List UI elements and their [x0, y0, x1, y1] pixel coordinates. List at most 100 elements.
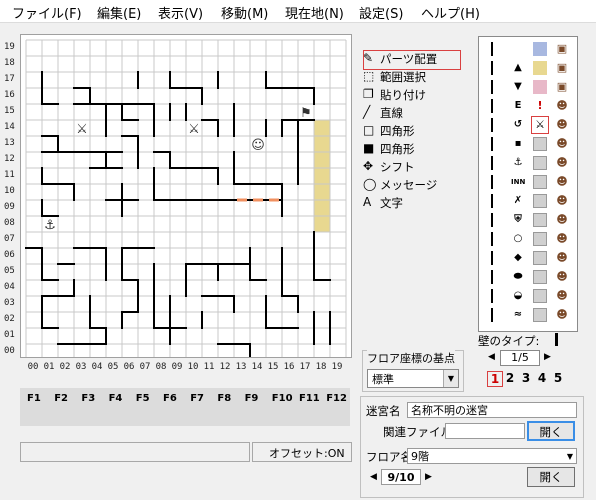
tool-paste[interactable]: ❐ 貼り付け: [363, 87, 463, 103]
wall-door-icon[interactable]: [485, 308, 499, 322]
wall-door-icon[interactable]: [485, 118, 499, 132]
wall-door-icon[interactable]: [485, 137, 499, 151]
fkey-f3[interactable]: F3: [81, 393, 95, 404]
menu-settings[interactable]: 設定(S): [359, 3, 403, 22]
pit-icon[interactable]: ⬬: [511, 270, 525, 284]
floor-next-icon[interactable]: ▶: [425, 472, 432, 482]
fkey-f7[interactable]: F7: [190, 393, 204, 404]
open-floor-button[interactable]: 開く: [527, 467, 575, 487]
fkey-f12[interactable]: F12: [326, 393, 347, 404]
menu-edit[interactable]: 編集(E): [97, 3, 141, 22]
wall-pillar-icon[interactable]: [485, 42, 499, 56]
grey-tile-icon[interactable]: [533, 194, 547, 208]
pattern-tile-icon[interactable]: [533, 42, 547, 56]
fkey-f11[interactable]: F11: [299, 393, 320, 404]
fkey-f8[interactable]: F8: [217, 393, 231, 404]
wall-door-icon[interactable]: [485, 156, 499, 170]
fountain-icon[interactable]: ≈: [511, 308, 525, 322]
arrow-down-icon[interactable]: ▼: [511, 80, 525, 94]
open-related-button[interactable]: 開く: [527, 421, 575, 441]
wall-door-icon[interactable]: [485, 213, 499, 227]
palette-page-3[interactable]: 3: [519, 371, 533, 385]
grey-tile-icon[interactable]: [533, 232, 547, 246]
wall-door-icon[interactable]: [485, 232, 499, 246]
wall-door-icon[interactable]: [485, 194, 499, 208]
monster-icon[interactable]: ☻: [555, 118, 569, 132]
fkey-f4[interactable]: F4: [109, 393, 123, 404]
map-canvas[interactable]: ⚔ ⚔ ☺ ⚑ ⚓: [20, 34, 352, 358]
pink-tile-icon[interactable]: [533, 80, 547, 94]
shield-icon[interactable]: ⛨: [511, 213, 525, 227]
monster-icon[interactable]: ☻: [555, 213, 569, 227]
wall-door-icon[interactable]: [485, 175, 499, 189]
wall-arrow-up-icon[interactable]: [485, 61, 499, 75]
tool-shift[interactable]: ✥ シフト: [363, 159, 463, 175]
chest-icon[interactable]: ▣: [555, 61, 569, 75]
wall-arrow-down-icon[interactable]: [485, 80, 499, 94]
chest-small-icon[interactable]: ▪: [511, 137, 525, 151]
grey-tile-icon[interactable]: [533, 213, 547, 227]
gold-tile-icon[interactable]: [533, 61, 547, 75]
map-grid[interactable]: ⚔ ⚔ ☺ ⚑ ⚓: [21, 35, 351, 357]
menu-move[interactable]: 移動(M): [221, 3, 268, 22]
exclaim-icon[interactable]: !: [533, 99, 547, 113]
magic-e-icon[interactable]: E: [511, 99, 525, 113]
monster-icon[interactable]: ☻: [555, 99, 569, 113]
spring-icon[interactable]: ◒: [511, 289, 525, 303]
chevron-down-icon[interactable]: ▼: [567, 449, 573, 465]
monster-icon[interactable]: ☻: [555, 194, 569, 208]
monster-icon[interactable]: ☻: [555, 308, 569, 322]
grey-tile-icon[interactable]: [533, 270, 547, 284]
anchor-icon[interactable]: ⚓: [511, 156, 525, 170]
inn-icon[interactable]: INN: [511, 175, 525, 189]
menu-file[interactable]: ファイル(F): [12, 3, 82, 22]
fkey-f6[interactable]: F6: [163, 393, 177, 404]
tool-text[interactable]: A 文字: [363, 195, 463, 211]
fkey-f1[interactable]: F1: [27, 393, 41, 404]
tool-rect-filled[interactable]: ■ 四角形: [363, 141, 463, 157]
rotate-icon[interactable]: ↺: [511, 118, 525, 132]
wall-door-icon[interactable]: [485, 289, 499, 303]
crossed-swords-icon[interactable]: ⚔: [531, 116, 549, 134]
tool-range-select[interactable]: ⬚ 範囲選択: [363, 69, 463, 85]
floor-prev-icon[interactable]: ◀: [370, 472, 377, 482]
grey-tile-icon[interactable]: [533, 156, 547, 170]
wall-door-icon[interactable]: [485, 99, 499, 113]
monster-icon[interactable]: ☻: [555, 175, 569, 189]
wall-door-icon[interactable]: [485, 251, 499, 265]
arrow-up-icon[interactable]: ▲: [511, 61, 525, 75]
monster-icon[interactable]: ☻: [555, 156, 569, 170]
grey-tile-icon[interactable]: [533, 137, 547, 151]
menu-location[interactable]: 現在地(N): [285, 3, 344, 22]
tool-message[interactable]: ◯ メッセージ: [363, 177, 463, 193]
palette-page-4[interactable]: 4: [535, 371, 549, 385]
fkey-f2[interactable]: F2: [54, 393, 68, 404]
monster-icon[interactable]: ☻: [555, 251, 569, 265]
blank-tile-icon[interactable]: [511, 42, 525, 56]
menu-help[interactable]: ヘルプ(H): [421, 3, 480, 22]
fkey-f9[interactable]: F9: [245, 393, 259, 404]
grey-tile-icon[interactable]: [533, 251, 547, 265]
monster-icon[interactable]: ☻: [555, 270, 569, 284]
tool-rect-outline[interactable]: □ 四角形: [363, 123, 463, 139]
palette-prev-icon[interactable]: ◀: [488, 352, 495, 362]
parts-palette[interactable]: ▣ ▲ ▣ ▼ ▣ E! ☻ ↺ ⚔ ☻ ▪ ☻ ⚓ ☻ INN ☻ ✗ ☻ ⛨ ☻ ○ ☻ ◆ ☻ ⬬ ☻ ◒ ☻ ≈ ☻: [478, 36, 578, 332]
palette-page-2[interactable]: 2: [503, 371, 517, 385]
crystal-icon[interactable]: ◆: [511, 251, 525, 265]
grey-tile-icon[interactable]: [533, 289, 547, 303]
sword-icon[interactable]: ✗: [511, 194, 525, 208]
chest-icon[interactable]: ▣: [555, 42, 569, 56]
menu-view[interactable]: 表示(V): [158, 3, 203, 22]
floor-name-select[interactable]: 9階 ▼: [407, 448, 577, 464]
tool-line[interactable]: ╱ 直線: [363, 105, 463, 121]
chest-icon[interactable]: ▣: [555, 80, 569, 94]
palette-page-1[interactable]: 1: [487, 371, 503, 387]
chevron-down-icon[interactable]: ▼: [443, 370, 458, 387]
grey-tile-icon[interactable]: [533, 308, 547, 322]
ring-icon[interactable]: ○: [511, 232, 525, 246]
tool-place-parts[interactable]: ✎ パーツ配置: [363, 51, 463, 67]
monster-icon[interactable]: ☻: [555, 232, 569, 246]
monster-icon[interactable]: ☻: [555, 289, 569, 303]
fkey-f5[interactable]: F5: [136, 393, 150, 404]
grey-tile-icon[interactable]: [533, 175, 547, 189]
